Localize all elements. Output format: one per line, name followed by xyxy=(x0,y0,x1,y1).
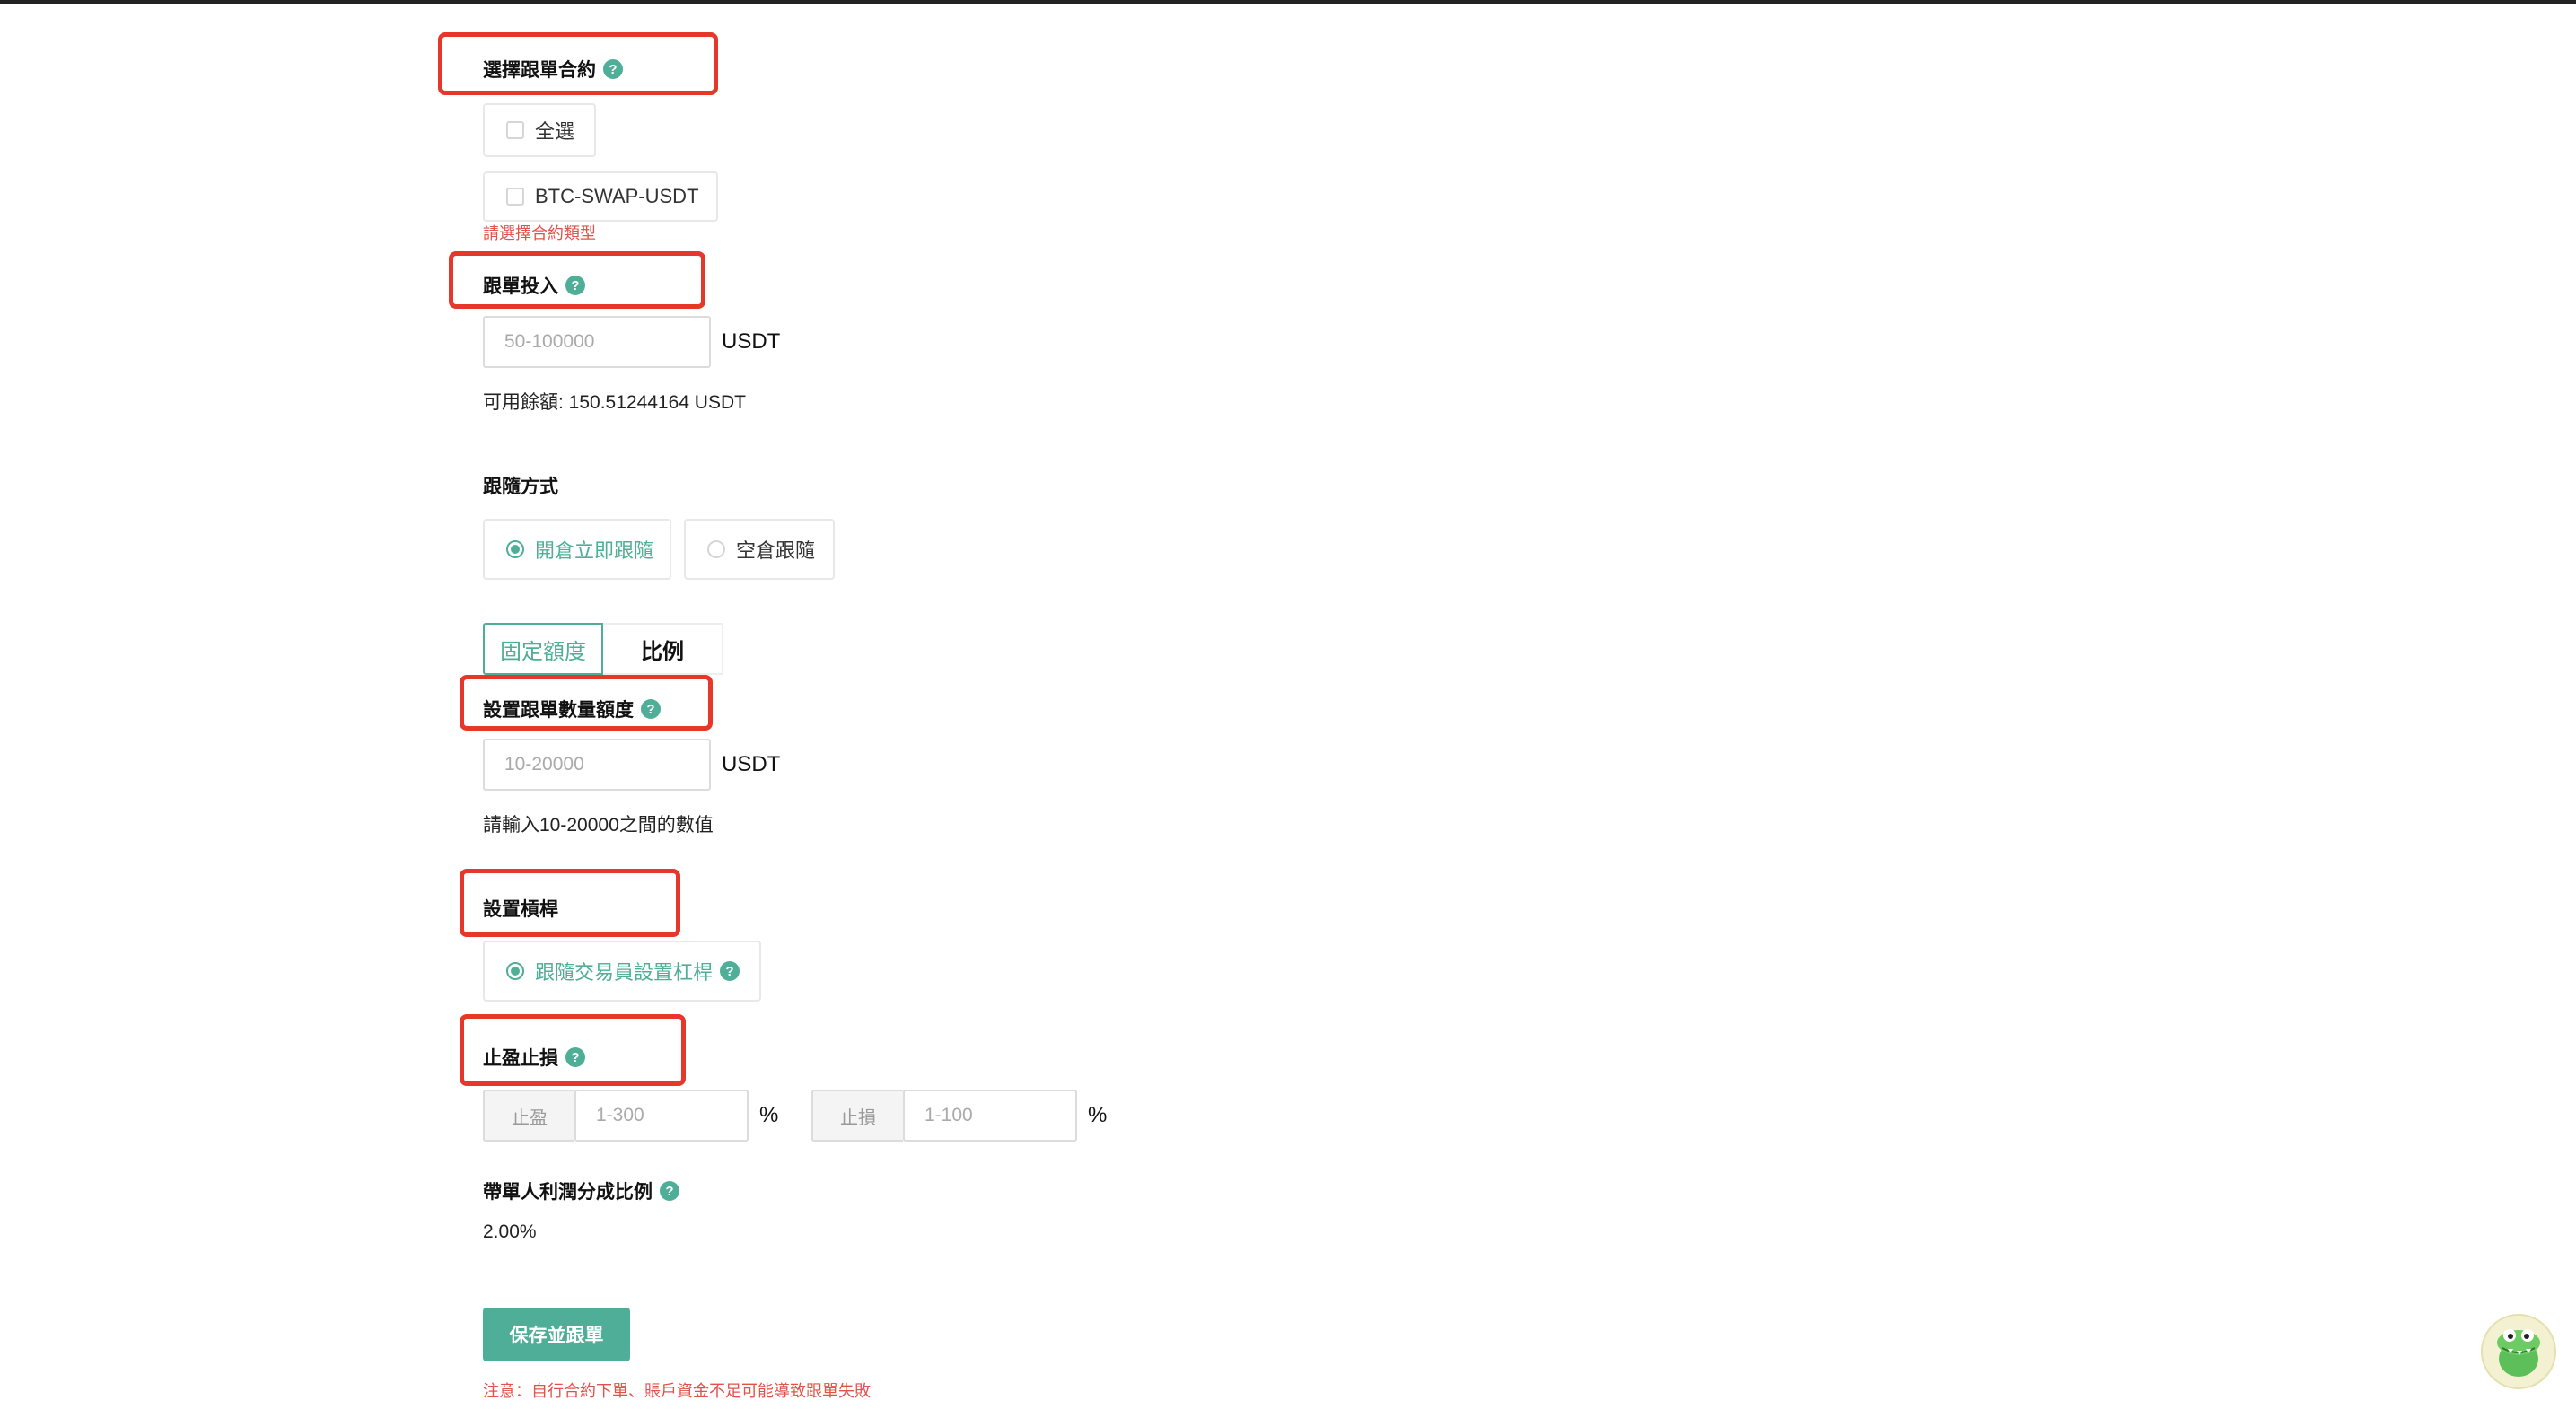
top-border xyxy=(0,0,2576,4)
amount-input[interactable]: 10-20000 xyxy=(483,739,711,791)
select-all-checkbox[interactable]: 全選 xyxy=(483,103,596,157)
radio-unselected-icon xyxy=(707,540,725,558)
contract-option-checkbox[interactable]: BTC-SWAP-USDT xyxy=(483,171,718,222)
help-icon[interactable]: ? xyxy=(565,276,585,295)
take-profit-unit: % xyxy=(759,1103,779,1127)
profit-share-value: 2.00% xyxy=(483,1221,537,1242)
investment-unit: USDT xyxy=(722,329,781,354)
radio-selected-icon xyxy=(506,540,524,558)
stop-loss-input[interactable]: 1-100 xyxy=(903,1090,1077,1142)
contract-title: 選擇跟單合約 ? xyxy=(483,56,623,83)
tpsl-title-text: 止盈止損 xyxy=(483,1048,558,1069)
amount-unit: USDT xyxy=(722,752,781,776)
investment-title-text: 跟單投入 xyxy=(483,276,558,297)
help-icon[interactable]: ? xyxy=(565,1047,585,1067)
leverage-follow-option[interactable]: 跟隨交易員設置杠桿 ? xyxy=(483,941,761,1002)
follow-immediate-label: 開倉立即跟隨 xyxy=(535,539,654,562)
crocodile-icon xyxy=(2497,1329,2540,1377)
contract-option-label: BTC-SWAP-USDT xyxy=(535,185,699,207)
mascot-avatar[interactable] xyxy=(2481,1314,2556,1389)
radio-selected-icon xyxy=(506,962,524,980)
investment-title: 跟單投入 ? xyxy=(483,272,585,299)
tab-ratio[interactable]: 比例 xyxy=(603,623,723,675)
save-and-follow-button[interactable]: 保存並跟單 xyxy=(483,1308,630,1361)
available-balance: 可用餘額: 150.51244164 USDT xyxy=(483,392,746,413)
help-icon[interactable]: ? xyxy=(641,699,661,719)
amount-title-text: 設置跟單數量額度 xyxy=(483,700,634,721)
contract-title-text: 選擇跟單合約 xyxy=(483,60,596,81)
profit-share-title: 帶單人利潤分成比例 ? xyxy=(483,1177,679,1204)
contract-error: 請選擇合約類型 xyxy=(483,224,596,242)
amount-hint: 請輸入10-20000之間的數值 xyxy=(483,815,714,836)
take-profit-label: 止盈 xyxy=(483,1090,574,1142)
stop-loss-unit: % xyxy=(1088,1103,1108,1127)
follow-empty-option[interactable]: 空倉跟隨 xyxy=(684,519,835,580)
leverage-follow-label: 跟隨交易員設置杠桿 xyxy=(535,961,714,984)
follow-immediate-option[interactable]: 開倉立即跟隨 xyxy=(483,519,671,580)
take-profit-placeholder: 1-300 xyxy=(596,1105,644,1125)
follow-mode-title: 跟隨方式 xyxy=(483,477,558,497)
profit-share-title-text: 帶單人利潤分成比例 xyxy=(483,1182,653,1203)
leverage-title: 設置槓桿 xyxy=(483,899,558,920)
stop-loss-label: 止損 xyxy=(811,1090,903,1142)
investment-input[interactable]: 50-100000 xyxy=(483,316,711,368)
checkbox-icon xyxy=(506,121,524,139)
amount-placeholder: 10-20000 xyxy=(504,754,584,775)
follow-empty-label: 空倉跟隨 xyxy=(736,539,816,562)
investment-placeholder: 50-100000 xyxy=(504,331,595,352)
help-icon[interactable]: ? xyxy=(720,961,740,981)
take-profit-input[interactable]: 1-300 xyxy=(574,1090,749,1142)
amount-title: 設置跟單數量額度 ? xyxy=(483,696,661,722)
stop-loss-placeholder: 1-100 xyxy=(924,1105,973,1125)
tab-fixed-amount[interactable]: 固定額度 xyxy=(483,623,603,675)
tpsl-title: 止盈止損 ? xyxy=(483,1044,585,1071)
help-icon[interactable]: ? xyxy=(603,59,623,79)
help-icon[interactable]: ? xyxy=(660,1181,679,1201)
checkbox-icon xyxy=(506,188,524,206)
select-all-label: 全選 xyxy=(535,120,575,143)
notice-text: 注意：自行合約下單、賬戶資金不足可能導致跟單失敗 xyxy=(483,1382,871,1400)
